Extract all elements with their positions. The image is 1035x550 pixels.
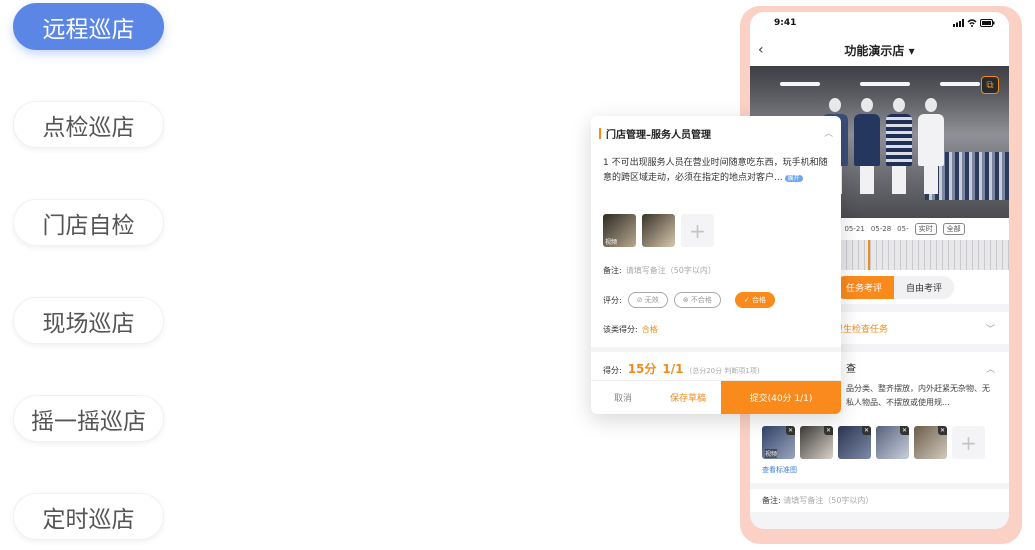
evaluation-card-header: 门店管理–服务人员管理 ︿ [591,116,841,150]
delete-icon[interactable]: ✕ [824,426,833,435]
remark-input[interactable]: 请填写备注（50字以内） [626,265,716,276]
photo-thumb[interactable]: 视频 [603,214,636,247]
remark-input[interactable]: 请填写备注（50字以内） [783,496,873,505]
score-label: 得分: [603,366,622,375]
photo-thumb[interactable]: ✕ 视频 [762,426,795,459]
rating-row: 评分: ⊘ 无效 ⊗ 不合格 ✓ 合格 [591,292,841,308]
signal-icon [953,19,964,27]
segment-free-eval[interactable]: 自由考评 [894,275,955,299]
evaluation-card-title: 门店管理–服务人员管理 [606,129,711,141]
segment-task-eval[interactable]: 任务考评 [834,275,895,299]
photo-thumb[interactable]: ✕ [838,426,871,459]
tab-scheduled-patrol[interactable]: 定时巡店 [13,493,164,540]
chevron-up-icon[interactable]: ︿ [824,126,833,139]
playhead[interactable] [868,240,870,270]
evaluation-photos: 视频 + [591,194,841,247]
remark-row: 备注: 请填写备注（50字以内） [750,489,1009,512]
task-label: 卫生检查任务 [834,324,889,335]
camera-switch-icon[interactable]: ⧉ [981,76,999,94]
tab-onsite-patrol[interactable]: 现场巡店 [13,297,164,344]
submit-button[interactable]: 提交(40分 1/1) [721,381,841,414]
requirement-text: 1 不可出现服务人员在营业时间随意吃东西，玩手机和随意的跨区域走动，必须在指定的… [591,150,841,194]
video-tag: 视频 [605,239,618,246]
add-photo-button[interactable]: + [952,426,985,459]
timeline-date[interactable]: 05-28 [871,225,891,233]
photo-thumb[interactable]: ✕ [876,426,909,459]
wifi-icon [967,19,977,27]
score-ratio: 1/1 [662,362,684,376]
status-bar: 9:41 [750,12,1009,34]
all-button[interactable]: 全部 [942,223,965,235]
category-score-row: 该类得分: 合格 [591,324,841,335]
remark-label: 备注: [762,496,781,505]
rating-label: 评分: [603,295,622,305]
mannequin [918,98,944,194]
status-time: 9:41 [774,18,797,28]
title-accent-bar [599,127,601,139]
chevron-up-icon[interactable]: ︿ [986,362,995,375]
store-title-dropdown[interactable]: 功能演示店 ▾ [750,42,1009,59]
remark-label: 备注: [603,266,622,275]
photo-thumb[interactable] [642,214,675,247]
view-standard-link[interactable]: 查看标准图 [762,465,997,475]
add-photo-button[interactable]: + [681,214,714,247]
delete-icon[interactable]: ✕ [786,426,795,435]
tab-shake-patrol[interactable]: 摇一摇巡店 [13,395,164,442]
score-value: 15分 [627,362,657,376]
tab-spot-check-patrol[interactable]: 点检巡店 [13,101,164,148]
tab-store-self-check[interactable]: 门店自检 [13,199,164,246]
evaluation-card: 门店管理–服务人员管理 ︿ 1 不可出现服务人员在营业时间随意吃东西，玩手机和随… [591,116,841,414]
stage: 远程巡店 点检巡店 门店自检 现场巡店 摇一摇巡店 定时巡店 9:41 ‹ 功能… [0,0,1035,550]
photo-list: ✕ 视频 ✕ ✕ ✕ ✕ + [762,426,997,459]
category-score-label: 该类得分: [603,325,638,334]
rate-fail-button[interactable]: ⊗ 不合格 [673,292,721,308]
mannequin [854,98,880,194]
ceiling-light [780,82,820,86]
photo-thumb[interactable]: ✕ [800,426,833,459]
ceiling-light [860,82,910,86]
battery-icon [980,19,995,27]
delete-icon[interactable]: ✕ [938,426,947,435]
status-icons [953,19,995,27]
delete-icon[interactable]: ✕ [862,426,871,435]
score-note: (总分20分 判断项1项) [689,367,760,375]
chevron-down-icon: ﹀ [985,324,995,335]
mannequin [886,98,912,194]
ceiling-light [940,82,980,86]
action-bar: 取消 保存草稿 提交(40分 1/1) [591,380,841,414]
back-icon[interactable]: ‹ [758,42,764,58]
expand-button[interactable]: 展开 [784,175,803,182]
rate-pass-button[interactable]: ✓ 合格 [734,292,775,308]
photo-thumb[interactable]: ✕ [914,426,947,459]
nav-bar: ‹ 功能演示店 ▾ [750,34,1009,66]
remark-row: 备注: 请填写备注（50字以内） [591,265,841,276]
save-draft-button[interactable]: 保存草稿 [655,381,721,414]
tab-remote-patrol[interactable]: 远程巡店 [13,3,164,50]
rate-invalid-button[interactable]: ⊘ 无效 [627,292,668,308]
cancel-button[interactable]: 取消 [591,381,655,414]
timeline-date[interactable]: 05- [897,225,908,233]
delete-icon[interactable]: ✕ [900,426,909,435]
video-tag: 视频 [765,449,778,458]
timeline-date[interactable]: 05-21 [844,225,864,233]
category-score-value: 合格 [641,325,658,334]
realtime-button[interactable]: 实时 [914,223,937,235]
